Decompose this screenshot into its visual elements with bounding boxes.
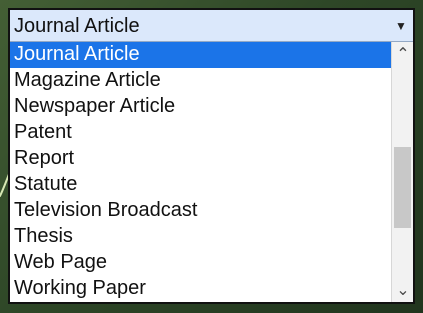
background: Journal Article ▼ Journal Article Magazin…	[0, 0, 423, 313]
dropdown-option[interactable]: Magazine Article	[10, 68, 391, 94]
dropdown-option[interactable]: Patent	[10, 120, 391, 146]
chevron-down-icon[interactable]: ⌄	[392, 278, 413, 302]
dropdown-option[interactable]: Journal Article	[10, 42, 391, 68]
dropdown-arrow-icon[interactable]: ▼	[392, 17, 410, 35]
scroll-track[interactable]	[394, 66, 411, 278]
dropdown-option[interactable]: Web Page	[10, 250, 391, 276]
dropdown-option[interactable]: Working Paper	[10, 276, 391, 302]
chevron-up-icon[interactable]: ⌃	[392, 42, 413, 66]
dropdown-option[interactable]: Report	[10, 146, 391, 172]
dropdown-option[interactable]: Television Broadcast	[10, 198, 391, 224]
dropdown-option[interactable]: Thesis	[10, 224, 391, 250]
scroll-thumb[interactable]	[394, 147, 411, 228]
dropdown-options: Journal Article Magazine Article Newspaper…	[10, 42, 391, 302]
dropdown-list-area: Journal Article Magazine Article Newspaper…	[10, 42, 413, 302]
dropdown-option[interactable]: Newspaper Article	[10, 94, 391, 120]
selected-value: Journal Article	[14, 15, 140, 37]
dropdown-option[interactable]: Statute	[10, 172, 391, 198]
item-type-dropdown[interactable]: Journal Article ▼ Journal Article Magazin…	[8, 8, 415, 304]
dropdown-header[interactable]: Journal Article ▼	[10, 10, 413, 42]
dropdown-scrollbar[interactable]: ⌃ ⌄	[391, 42, 413, 302]
